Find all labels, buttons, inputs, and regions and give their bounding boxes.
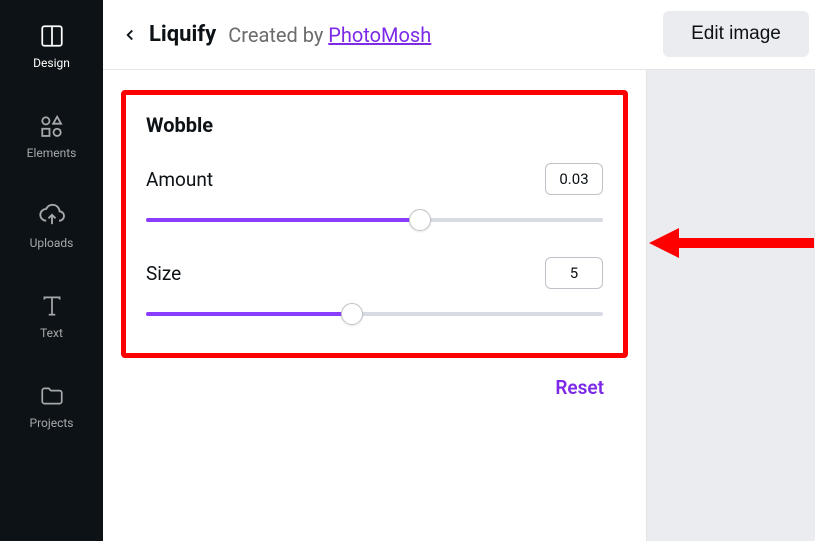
design-icon [38, 22, 66, 50]
size-slider[interactable] [146, 303, 603, 325]
canvas-area: Edit image [647, 70, 815, 541]
sidebar-item-design[interactable]: Design [33, 22, 70, 70]
amount-label: Amount [146, 168, 213, 191]
sidebar-item-label: Projects [30, 416, 74, 430]
section-title: Wobble [146, 113, 603, 137]
projects-icon [38, 382, 66, 410]
wobble-section-highlight: Wobble Amount Size [121, 90, 628, 358]
edit-image-button[interactable]: Edit image [663, 11, 809, 57]
slider-thumb[interactable] [341, 303, 363, 325]
sidebar-item-uploads[interactable]: Uploads [30, 202, 74, 250]
sidebar-item-projects[interactable]: Projects [30, 382, 74, 430]
chevron-left-icon [121, 26, 139, 44]
created-by-text: Created by PhotoMosh [228, 23, 431, 47]
author-link[interactable]: PhotoMosh [328, 23, 431, 47]
amount-slider[interactable] [146, 209, 603, 231]
sidebar-item-label: Text [40, 326, 63, 340]
left-sidebar: Design Elements Uploads Text Projects [0, 0, 103, 541]
main-area: Liquify Created by PhotoMosh Wobble Amou… [103, 0, 815, 541]
page-title: Liquify [149, 22, 216, 47]
sidebar-item-label: Design [33, 56, 70, 70]
size-input[interactable] [545, 257, 603, 289]
content-row: Wobble Amount Size [103, 70, 815, 541]
sidebar-item-text[interactable]: Text [38, 292, 66, 340]
annotation-arrow-icon [649, 223, 815, 263]
back-button[interactable]: Liquify [121, 22, 216, 47]
settings-panel: Wobble Amount Size [103, 70, 647, 541]
slider-thumb[interactable] [409, 209, 431, 231]
size-label: Size [146, 262, 181, 285]
uploads-icon [38, 202, 66, 230]
sidebar-item-label: Uploads [30, 236, 74, 250]
size-control: Size [146, 257, 603, 325]
elements-icon [37, 112, 65, 140]
amount-control: Amount [146, 163, 603, 231]
reset-button[interactable]: Reset [555, 376, 604, 399]
amount-input[interactable] [545, 163, 603, 195]
text-icon [38, 292, 66, 320]
sidebar-item-label: Elements [27, 146, 77, 160]
sidebar-item-elements[interactable]: Elements [27, 112, 77, 160]
